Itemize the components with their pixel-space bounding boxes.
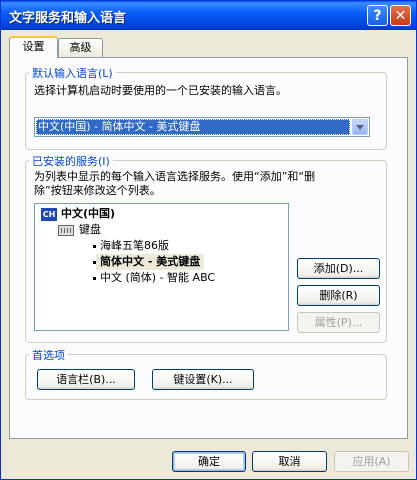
keyboard-icon xyxy=(58,225,74,236)
tree-category-keyboard[interactable]: 键盘 xyxy=(79,222,101,238)
window-title: 文字服务和输入语言 xyxy=(9,11,127,26)
ok-button[interactable]: 确定 xyxy=(172,451,246,472)
chevron-down-icon[interactable] xyxy=(352,119,368,135)
default-language-description: 选择计算机启动时要使用的一个已安装的输入语言。 xyxy=(34,84,287,97)
installed-services-description-2: 除”按钮来修改这个列表。 xyxy=(34,184,161,197)
cancel-button[interactable]: 取消 xyxy=(252,451,327,472)
default-language-label: 默认输入语言(L) xyxy=(29,65,116,81)
tree-item[interactable]: 海峰五笔86版 xyxy=(100,238,169,254)
help-button[interactable]: ? xyxy=(367,5,388,26)
preferences-label: 首选项 xyxy=(29,347,68,363)
default-language-value: 中文(中国) - 简体中文 - 美式键盘 xyxy=(36,119,350,135)
services-tree[interactable]: CH 中文(中国) 键盘 海峰五笔86版 简体中文 - 美式键盘 中文 (简体)… xyxy=(34,203,289,331)
close-button[interactable]: ✕ xyxy=(390,5,411,26)
properties-button[interactable]: 属性(P)... xyxy=(297,312,380,333)
add-button[interactable]: 添加(D)... xyxy=(297,258,380,279)
bullet-icon xyxy=(93,245,96,248)
tab-advanced[interactable]: 高级 xyxy=(58,38,103,58)
apply-button[interactable]: 应用(A) xyxy=(334,451,409,472)
bullet-icon xyxy=(93,277,96,280)
language-badge-icon: CH xyxy=(41,208,57,221)
default-language-select[interactable]: 中文(中国) - 简体中文 - 美式键盘 xyxy=(34,117,370,137)
tree-item[interactable]: 中文 (简体) - 智能 ABC xyxy=(100,270,215,286)
key-settings-button[interactable]: 键设置(K)... xyxy=(152,369,254,390)
tab-settings[interactable]: 设置 xyxy=(9,36,58,58)
language-bar-button[interactable]: 语言栏(B)... xyxy=(37,369,135,390)
installed-services-label: 已安装的服务(I) xyxy=(29,153,113,169)
title-bar[interactable]: 文字服务和输入语言 ? ✕ xyxy=(1,1,416,30)
dialog-window: 文字服务和输入语言 ? ✕ 设置 高级 默认输入语言(L) 选择计算机启动时要使… xyxy=(0,0,417,480)
tree-item-selected[interactable]: 简体中文 - 美式键盘 xyxy=(96,254,205,270)
tree-language[interactable]: 中文(中国) xyxy=(61,206,115,222)
remove-button[interactable]: 删除(R) xyxy=(297,285,380,306)
